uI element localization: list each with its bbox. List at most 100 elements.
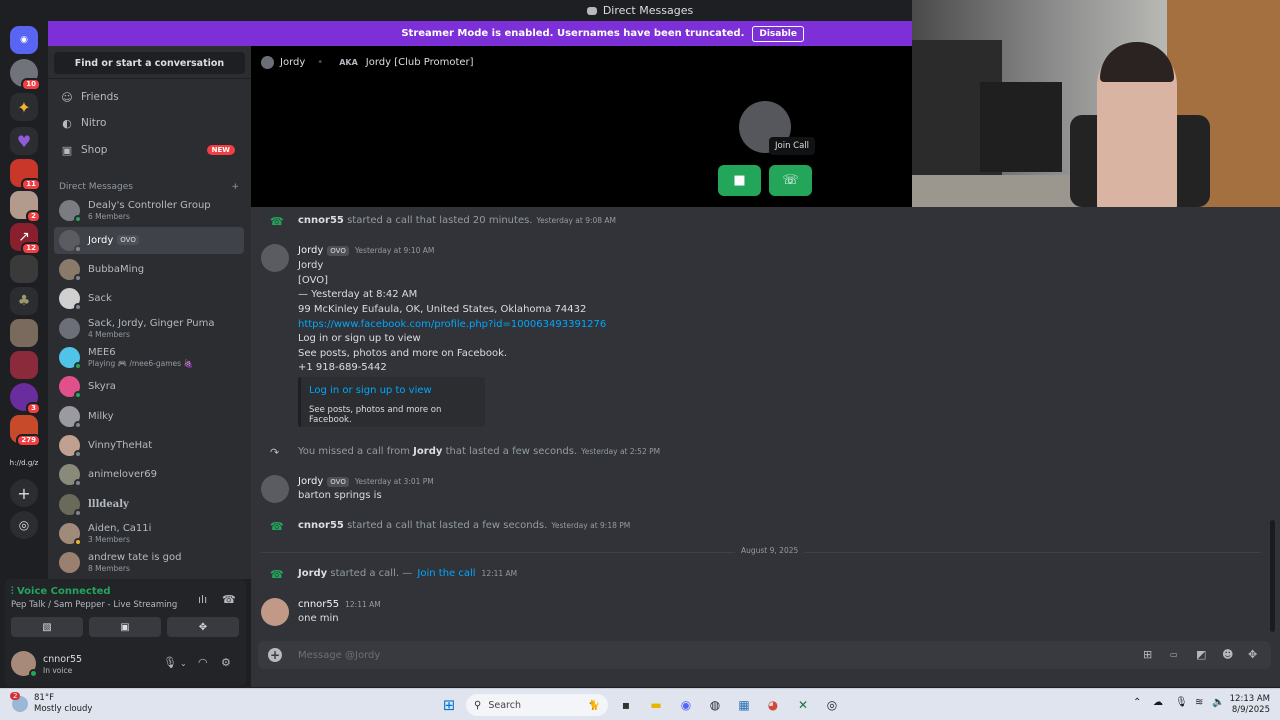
timestamp: Yesterday at 3:01 PM [354,477,434,486]
server-icon[interactable] [10,255,38,283]
author-name[interactable]: Jordy [298,476,323,487]
server-icon[interactable]: 279 [10,415,41,447]
app-icon[interactable]: ▦ [734,695,754,715]
user-name[interactable]: cnnor55 [43,654,82,665]
missed-call-icon: ↷ [270,446,280,459]
dm-item[interactable]: andrew tate is god 8 Members [54,549,244,576]
file-explorer-icon[interactable]: ▬ [646,695,666,715]
embed-title[interactable]: Log in or sign up to view [309,385,432,396]
activities-button[interactable]: ✥ [167,617,239,637]
message-user[interactable]: cnnor55 [298,520,344,531]
nav-nitro[interactable]: ◐ Nitro [54,111,245,135]
chat-scrollbar[interactable] [1270,520,1275,632]
call-area: Jordy • AKA Jordy [Club Promoter] ■ ☏ Jo… [251,46,912,207]
sticker-icon[interactable]: ◩ [1196,648,1206,661]
camera-off-button[interactable]: ▧ [11,617,83,637]
join-call-button[interactable]: ☏ [769,165,812,196]
discord-taskbar-icon[interactable]: ◉ [676,695,696,715]
author-name[interactable]: cnnor55 [298,599,339,610]
message-avatar[interactable] [261,244,289,272]
server-heart-icon[interactable]: ♥ [10,127,38,155]
server-text-icon[interactable]: h://d.g/z [9,449,39,477]
onedrive-cloud-icon[interactable]: ☁ [1153,697,1163,708]
chevron-down-icon[interactable]: ⌄ [180,659,187,668]
gif-icon[interactable]: ▭ [1170,650,1178,659]
message-line: barton springs is [298,490,382,501]
server-icon[interactable]: 10 [10,59,41,91]
clock-date: 8/9/2025 [1231,705,1270,715]
message-user[interactable]: cnnor55 [298,215,344,226]
dm-item[interactable]: BubbaMing [54,256,244,283]
dm-name: Skyra [88,381,116,392]
windows-taskbar: 2 81°F Mostly cloudy ⊞ ⚲ Search 🐈 ▪ ▬ ◉ … [0,688,1280,720]
gift-icon[interactable]: ⊞ [1143,648,1152,661]
microphone-tray-icon[interactable]: 🎙 [1175,697,1188,708]
message-avatar[interactable] [261,475,289,503]
server-icon[interactable] [10,319,38,347]
dm-item[interactable]: VinnyTheHat [54,432,244,459]
dm-item[interactable]: Dealy's Controller Group 6 Members [54,197,244,224]
dm-item[interactable]: MEE6 Playing 🎮 /mee6-games 🍇 [54,344,244,371]
dm-item-active[interactable]: Jordy OVO [54,227,244,254]
user-avatar[interactable] [11,651,38,678]
settings-gear-icon[interactable]: ⚙ [221,656,231,669]
dm-item[interactable]: animelover69 [54,461,244,488]
screen-share-button[interactable]: ▣ [89,617,161,637]
server-plant-icon[interactable]: ♣ [10,287,38,315]
dm-item[interactable]: Milky [54,403,244,430]
home-button[interactable]: ◉ [10,26,38,54]
voice-channel[interactable]: Pep Talk / Sam Pepper - Live Streaming [11,600,177,610]
weather-widget[interactable]: 2 81°F Mostly cloudy [10,692,92,715]
wifi-icon[interactable]: ≋ [1195,697,1203,708]
noise-suppression-icon[interactable]: ılı [198,593,207,606]
obs-icon[interactable]: ◎ [822,695,842,715]
weather-badge: 2 [10,692,21,700]
disconnect-icon[interactable]: ☎ [222,593,236,606]
taskbar-clock[interactable]: 12:13 AM 8/9/2025 [1218,694,1270,716]
emoji-icon[interactable]: ☻ [1222,648,1233,661]
discord-icon [586,6,597,15]
steam-icon[interactable]: ◍ [705,695,725,715]
chrome-icon[interactable]: ◕ [763,695,783,715]
create-dm-icon[interactable]: + [231,182,239,192]
dm-name: Dealy's Controller Group [88,199,211,211]
server-arrow-icon[interactable]: ↗ 12 [10,223,41,255]
server-icon[interactable]: 11 [10,159,41,191]
message-input[interactable] [298,646,998,664]
friends-icon: ☺ [61,90,73,104]
dm-item[interactable]: Sack [54,285,244,312]
message-link[interactable]: https://www.facebook.com/profile.php?id=… [298,319,606,330]
message-user[interactable]: Jordy [298,568,327,579]
server-icon[interactable]: 3 [10,383,41,415]
temperature: 81°F [34,693,54,703]
microphone-icon[interactable]: 🎙 [163,656,177,669]
server-icon[interactable]: 2 [10,191,41,223]
tray-chevron-up-icon[interactable]: ⌃ [1133,697,1141,708]
discover-icon[interactable]: ◎ [10,511,38,539]
apps-icon[interactable]: ✥ [1248,648,1257,661]
add-server-icon[interactable]: + [10,479,38,507]
disable-button[interactable]: Disable [752,25,804,42]
task-view-icon[interactable]: ▪ [616,695,636,715]
author-name[interactable]: Jordy [298,245,323,256]
find-conversation-button[interactable]: Find or start a conversation [54,52,245,74]
voice-connected-label[interactable]: ⫶ Voice Connected [11,586,111,597]
join-video-button[interactable]: ■ [718,165,761,196]
nav-shop[interactable]: ▣ Shop NEW [54,138,245,162]
dm-item[interactable]: Sack, Jordy, Ginger Puma 4 Members [54,315,244,342]
nav-friends[interactable]: ☺ Friends [54,85,245,109]
message-user[interactable]: Jordy [413,446,442,457]
dm-item[interactable]: Aiden, Ca11i 3 Members [54,520,244,547]
dm-item[interactable]: llldealy [54,491,244,518]
server-star-icon[interactable]: ✦ [10,93,38,121]
server-icon[interactable] [10,351,38,379]
excel-icon[interactable]: ✕ [793,695,813,715]
taskbar-search[interactable]: ⚲ Search 🐈 [466,694,608,716]
join-call-link[interactable]: Join the call [417,568,475,579]
attach-plus-icon[interactable]: + [268,648,282,662]
headphones-icon[interactable]: ◠ [198,656,208,669]
call-user-name[interactable]: Jordy [280,57,305,68]
message-avatar[interactable] [261,598,289,626]
dm-item[interactable]: Skyra [54,373,244,400]
start-windows-icon[interactable]: ⊞ [439,695,459,715]
